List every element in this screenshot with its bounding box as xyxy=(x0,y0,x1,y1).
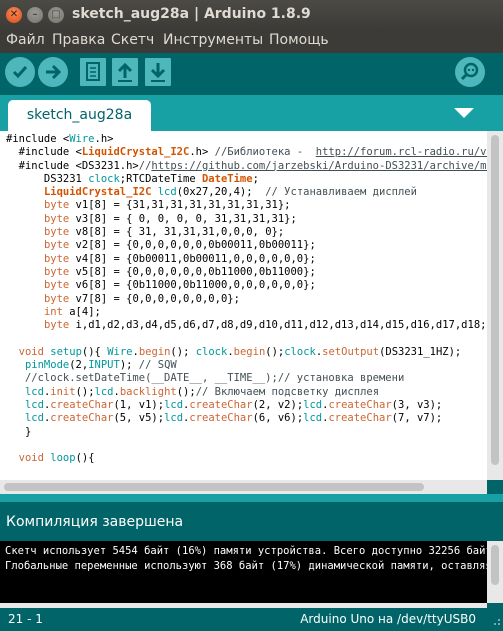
tab-bar: sketch_aug28a xyxy=(0,95,503,131)
upload-button[interactable] xyxy=(38,57,68,87)
toolbar xyxy=(0,53,503,95)
console-line: Скетч использует 5454 байт (16%) памяти … xyxy=(5,545,487,557)
close-window-button[interactable]: ✕ xyxy=(6,7,22,23)
editor-vertical-scrollbar[interactable] xyxy=(487,131,503,480)
code-editor[interactable]: #include <Wire.h> #include <LiquidCrysta… xyxy=(0,131,487,480)
tab-menu-button[interactable] xyxy=(452,104,476,122)
status-bar: Компиляция завершена xyxy=(0,502,503,541)
verify-icon xyxy=(12,66,28,79)
menu-help[interactable]: Помощь xyxy=(269,32,329,48)
resize-grip-icon[interactable] xyxy=(489,614,501,626)
bottom-bar: 21 - 1 Arduino Uno на /dev/ttyUSB0 xyxy=(0,608,503,631)
minimize-window-button[interactable]: – xyxy=(27,7,43,23)
chevron-down-icon xyxy=(454,108,474,118)
console-scrollbar[interactable] xyxy=(487,541,503,603)
editor-scroll-thumb[interactable] xyxy=(491,135,499,465)
console-line: Глобальные переменные используют 368 бай… xyxy=(5,560,487,572)
menu-edit[interactable]: Правка xyxy=(52,32,105,48)
editor-horizontal-scrollbar[interactable] xyxy=(0,480,487,494)
pane-divider[interactable] xyxy=(0,494,503,502)
save-icon xyxy=(150,63,166,82)
title-bar: ✕ – □ sketch_aug28a | Arduino 1.8.9 xyxy=(0,0,503,31)
menu-file[interactable]: Файл xyxy=(6,32,45,48)
new-button[interactable] xyxy=(80,58,106,86)
serial-monitor-button[interactable] xyxy=(455,57,485,87)
verify-button[interactable] xyxy=(5,57,35,87)
save-button[interactable] xyxy=(145,58,171,86)
tab-sketch[interactable]: sketch_aug28a xyxy=(8,100,151,131)
menu-tools[interactable]: Инструменты xyxy=(163,32,263,48)
new-icon xyxy=(86,62,100,81)
menu-bar: Файл Правка Скетч Инструменты Помощь xyxy=(0,30,503,53)
line-number: 21 - 1 xyxy=(8,612,43,626)
window-title: sketch_aug28a | Arduino 1.8.9 xyxy=(72,6,311,22)
upload-icon xyxy=(46,64,62,80)
open-icon xyxy=(117,62,133,82)
code-text[interactable]: #include <Wire.h> #include <LiquidCrysta… xyxy=(6,133,487,465)
open-button[interactable] xyxy=(112,58,138,86)
maximize-window-button[interactable]: □ xyxy=(48,7,64,23)
menu-sketch[interactable]: Скетч xyxy=(111,32,154,48)
serial-monitor-icon xyxy=(460,62,479,81)
status-message: Компиляция завершена xyxy=(6,514,184,530)
editor-hscroll-thumb[interactable] xyxy=(4,483,424,491)
board-info: Arduino Uno на /dev/ttyUSB0 xyxy=(300,612,476,626)
console-output[interactable]: Скетч использует 5454 байт (16%) памяти … xyxy=(0,541,487,603)
console-scroll-thumb[interactable] xyxy=(491,545,499,585)
